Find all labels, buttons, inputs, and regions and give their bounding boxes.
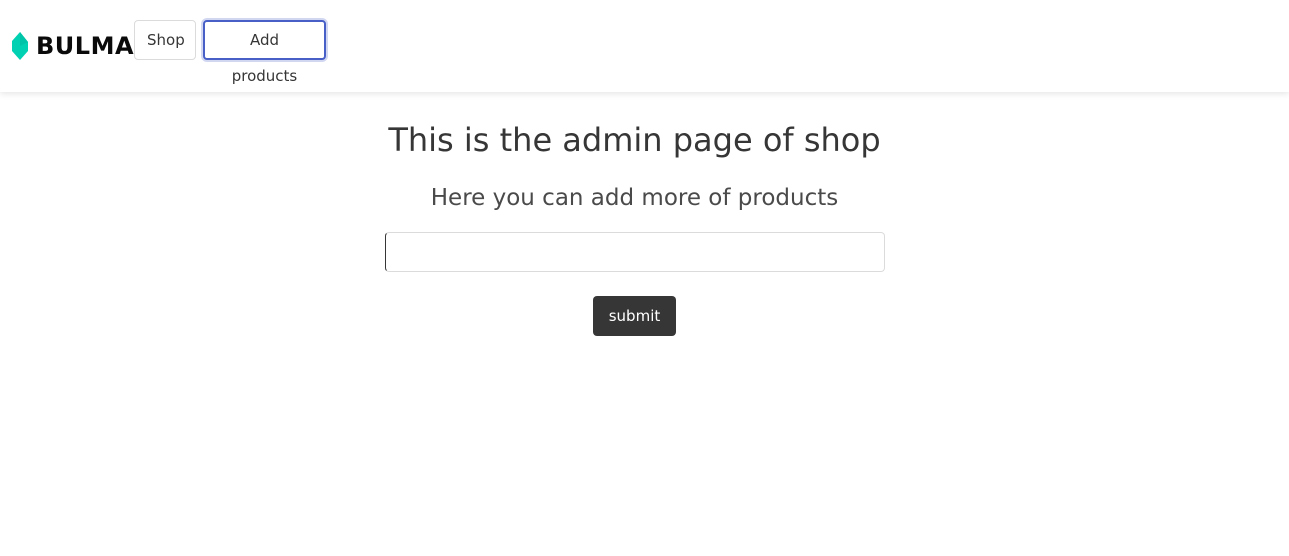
page-title: This is the admin page of shop bbox=[388, 121, 881, 159]
bulma-logo-icon bbox=[10, 31, 30, 61]
submit-button[interactable]: submit bbox=[593, 296, 676, 336]
page-subtitle: Here you can add more of products bbox=[430, 185, 839, 211]
brand-name: BULMA bbox=[36, 32, 135, 60]
navbar: BULMA Shop Add products bbox=[0, 0, 1289, 92]
brand-logo[interactable]: BULMA bbox=[10, 30, 134, 62]
nav-add-products-button[interactable]: Add products bbox=[203, 20, 326, 85]
nav-shop-button[interactable]: Shop bbox=[134, 20, 196, 60]
product-input[interactable] bbox=[385, 232, 885, 272]
